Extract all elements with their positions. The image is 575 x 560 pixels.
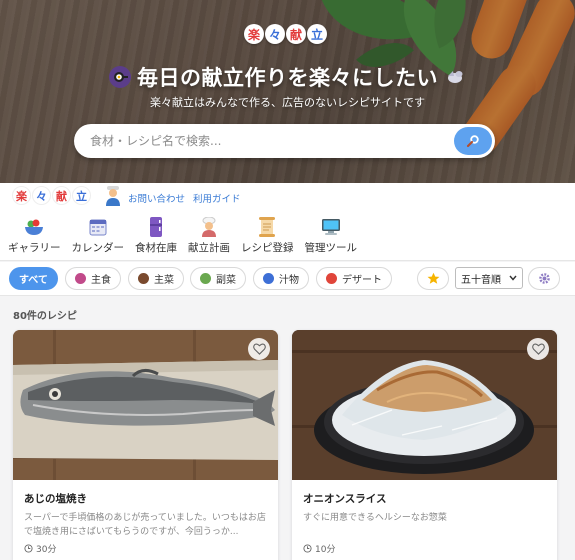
recipe-photo-grilled-fish [13, 330, 278, 480]
sort-selected-value: 五十音順 [461, 274, 501, 286]
logo-char: 立 [307, 24, 327, 44]
recipe-description: スーパーで手頃価格のあじが売っていました。いつもはお店で塩焼き用にさばいてもらう… [24, 513, 266, 537]
filter-label: 汁物 [279, 275, 299, 286]
filter-label: 主食 [91, 275, 111, 286]
sort-select[interactable]: 五十音順 [455, 267, 523, 289]
filter-dessert[interactable]: デザート [316, 267, 392, 290]
filter-main-dish[interactable]: 主菜 [128, 267, 184, 290]
user-avatar[interactable] [104, 186, 122, 206]
filter-staple[interactable]: 主食 [65, 267, 121, 290]
computer-icon [320, 217, 342, 237]
fridge-icon [145, 217, 167, 237]
clock-icon [24, 544, 33, 553]
favorite-button[interactable] [527, 338, 549, 360]
nav-item-inventory[interactable]: 食材在庫 [135, 217, 177, 255]
cook-time: 30分 [24, 542, 56, 555]
filter-label: 副菜 [216, 275, 236, 286]
gear-icon [538, 273, 550, 284]
nav-label: カレンダー [71, 242, 125, 254]
nav-label: 献立計画 [188, 242, 230, 254]
filter-label: 主菜 [154, 275, 174, 286]
cook-time-value: 10分 [315, 545, 336, 555]
recipe-title: あじの塩焼き [24, 493, 87, 505]
search-input[interactable] [90, 134, 450, 148]
frying-pan-icon [109, 66, 131, 88]
hero-logo: 楽 々 献 立 [244, 24, 327, 44]
recipe-card[interactable]: オニオンスライス すぐに用意できるヘルシーなお惣菜 10分 [292, 330, 557, 560]
nav-items: ギャラリー カレンダー 食材在庫 献立計画 レシピ登録 管理ツール [8, 217, 368, 255]
salad-bowl-icon [23, 217, 45, 237]
hero-subtitle: 楽々献立はみんなで作る、広告のないレシピサイトです [150, 96, 425, 109]
settings-button[interactable] [528, 267, 560, 290]
favorites-filter-button[interactable] [417, 267, 449, 290]
cook-time-value: 30分 [36, 545, 57, 555]
header-links: お問い合わせ 利用ガイド [128, 191, 241, 205]
search-icon [466, 135, 479, 148]
search-button[interactable] [454, 127, 492, 155]
strawberry-icon [326, 273, 337, 284]
chevron-down-icon [509, 275, 517, 281]
scroll-icon [256, 217, 278, 237]
logo-char: 楽 [244, 24, 264, 44]
filter-label: すべて [19, 275, 48, 286]
nav-item-calendar[interactable]: カレンダー [71, 217, 125, 255]
guide-link[interactable]: 利用ガイド [193, 191, 241, 205]
nav-item-recipe-register[interactable]: レシピ登録 [241, 217, 294, 255]
nav-label: 食材在庫 [135, 242, 177, 254]
sparkle-dove-icon [444, 66, 466, 88]
recipe-title: オニオンスライス [303, 493, 387, 505]
brand-char: 々 [32, 186, 51, 205]
filter-side-dish[interactable]: 副菜 [190, 267, 246, 290]
chef-icon [198, 217, 220, 237]
hero-title-row: 毎日の献立作りを楽々にしたい [0, 62, 575, 92]
nav-label: レシピ登録 [241, 242, 294, 254]
brand-logo[interactable]: 楽 々 献 立 [12, 186, 91, 205]
nav-label: 管理ツール [304, 242, 358, 254]
favorite-button[interactable] [248, 338, 270, 360]
heart-icon [252, 343, 266, 355]
heart-icon [531, 343, 545, 355]
recipe-description: すぐに用意できるヘルシーなお惣菜 [303, 513, 447, 523]
logo-char: 々 [265, 24, 285, 44]
star-icon [427, 272, 439, 284]
nav-item-admin-tools[interactable]: 管理ツール [304, 217, 358, 255]
cook-time: 10分 [303, 542, 335, 555]
clock-icon [303, 544, 312, 553]
brand-char: 立 [72, 186, 91, 205]
nav-item-meal-plan[interactable]: 献立計画 [188, 217, 230, 255]
rice-ball-icon [75, 273, 86, 284]
recipe-count: 80件のレシピ [13, 311, 77, 322]
calendar-icon [87, 217, 109, 237]
hero-banner: 楽 々 献 立 毎日の献立作りを楽々にしたい 楽々献立はみんなで作る、広告のない… [0, 0, 575, 183]
soup-bowl-icon [263, 273, 274, 284]
filter-all[interactable]: すべて [9, 267, 58, 290]
recipe-card[interactable]: あじの塩焼き スーパーで手頃価格のあじが売っていました。いつもはお店で塩焼き用に… [13, 330, 278, 560]
search-bar [74, 124, 495, 158]
recipe-photo-onion-slice [292, 330, 557, 480]
nav-item-gallery[interactable]: ギャラリー [8, 217, 61, 255]
brand-char: 楽 [12, 186, 31, 205]
nav-label: ギャラリー [8, 242, 61, 254]
leafy-greens-icon [200, 273, 211, 284]
contact-link[interactable]: お問い合わせ [128, 191, 185, 205]
logo-char: 献 [286, 24, 306, 44]
hero-title: 毎日の献立作りを楽々にしたい [137, 66, 438, 90]
meat-icon [138, 273, 149, 284]
filter-label: デザート [342, 275, 382, 286]
filter-soup[interactable]: 汁物 [253, 267, 309, 290]
brand-char: 献 [52, 186, 71, 205]
